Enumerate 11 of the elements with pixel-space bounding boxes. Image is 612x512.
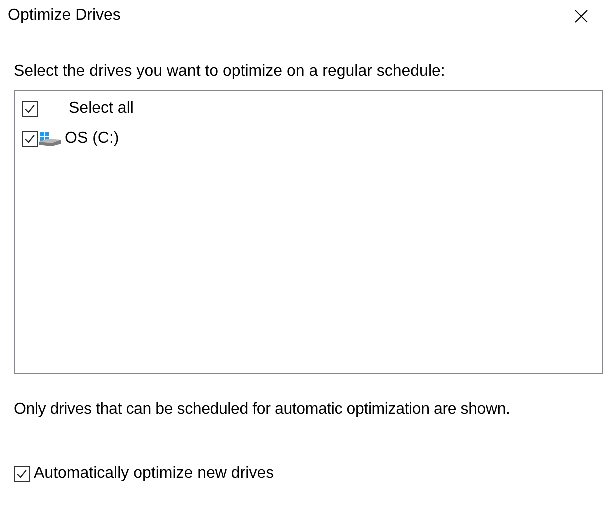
note-text: Only drives that can be scheduled for automatic optimization are shown. bbox=[14, 401, 512, 419]
instruction-text: Select the drives you want to optimize on a regular schedule: bbox=[14, 63, 446, 81]
checkbox[interactable] bbox=[22, 131, 38, 147]
checkbox[interactable] bbox=[22, 101, 38, 117]
drive-label: OS (C:) bbox=[65, 130, 120, 148]
drive-icon bbox=[38, 131, 62, 147]
checkbox[interactable] bbox=[14, 466, 30, 482]
select-all-label: Select all bbox=[69, 100, 134, 118]
checkbox-label: Automatically optimize new drives bbox=[34, 465, 274, 483]
window-title: Optimize Drives bbox=[8, 7, 121, 25]
close-icon[interactable] bbox=[575, 10, 588, 22]
